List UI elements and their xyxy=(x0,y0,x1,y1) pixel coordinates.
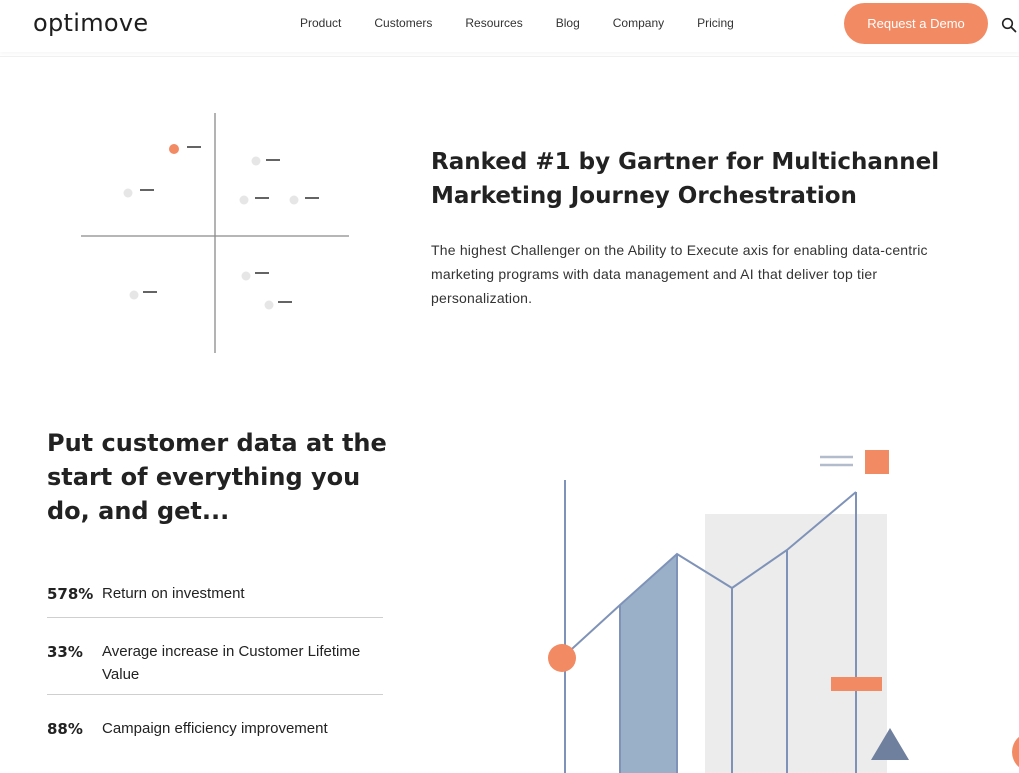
stat-label: Return on investment xyxy=(102,585,245,602)
optimove-logo[interactable]: optimove xyxy=(33,9,148,37)
nav-product[interactable]: Product xyxy=(300,16,341,30)
chat-widget-button[interactable] xyxy=(1012,732,1019,772)
site-header: optimove Product Customers Resources Blo… xyxy=(0,0,1019,52)
accent-bar xyxy=(831,677,882,691)
stat-divider xyxy=(47,694,383,695)
stat-value: 578% xyxy=(47,585,94,603)
vendor-dots xyxy=(123,156,319,310)
nav-resources[interactable]: Resources xyxy=(465,16,522,30)
gartner-description: The highest Challenger on the Ability to… xyxy=(431,242,928,306)
nav-customers[interactable]: Customers xyxy=(374,16,432,30)
magic-quadrant-illustration xyxy=(81,113,349,353)
accent-circle xyxy=(548,644,576,672)
stat-value: 33% xyxy=(47,643,83,661)
growth-chart-illustration xyxy=(548,450,909,773)
accent-square xyxy=(865,450,889,474)
search-icon[interactable] xyxy=(1001,17,1017,33)
gartner-heading: Ranked #1 by Gartner for Multichannel Ma… xyxy=(431,149,940,209)
stat-value: 88% xyxy=(47,720,83,738)
stat-divider xyxy=(47,617,383,618)
header-divider xyxy=(0,56,1019,57)
nav-blog[interactable]: Blog xyxy=(556,16,580,30)
request-demo-button[interactable]: Request a Demo xyxy=(844,3,988,44)
highlighted-dot xyxy=(169,144,201,154)
stat-label: Average increase in Customer Lifetime Va… xyxy=(102,643,361,683)
nav-company[interactable]: Company xyxy=(613,16,664,30)
nav-pricing[interactable]: Pricing xyxy=(697,16,734,30)
stat-label: Campaign efficiency improvement xyxy=(102,720,328,737)
main-nav: Product Customers Resources Blog Company… xyxy=(300,0,767,46)
stats-heading: Put customer data at the start of everyt… xyxy=(47,429,387,525)
